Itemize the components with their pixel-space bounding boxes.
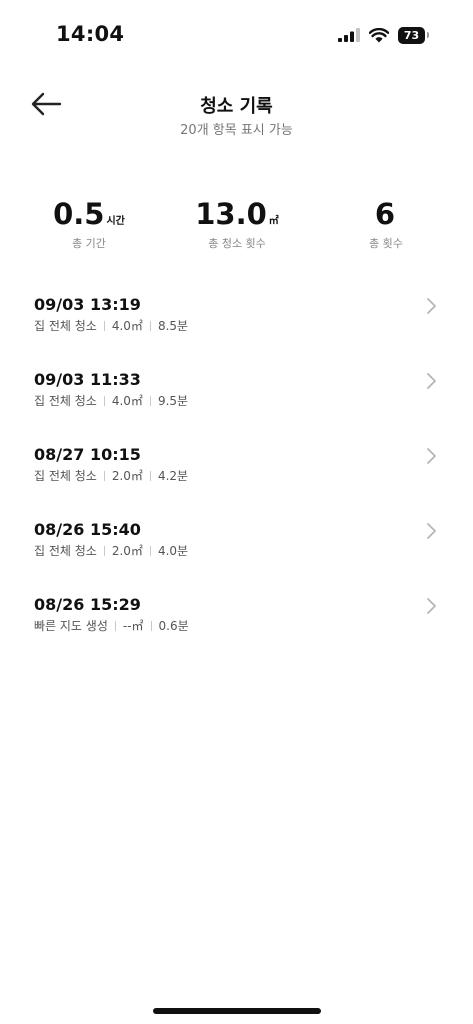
record-mode: 집 전체 청소 xyxy=(34,319,97,333)
battery-icon: 73 xyxy=(398,26,429,44)
stat-unit: 시간 xyxy=(106,216,125,227)
divider xyxy=(103,396,105,406)
stat-label: 총 횟수 xyxy=(369,237,403,250)
record-date: 08/26 15:29 xyxy=(34,595,141,614)
record-mode: 집 전체 청소 xyxy=(34,394,97,408)
record-date: 08/26 15:40 xyxy=(34,520,141,539)
record-date: 09/03 13:19 xyxy=(34,295,141,314)
stat-total-duration: 0.5 시간 총 기간 xyxy=(19,196,159,251)
record-mode: 집 전체 청소 xyxy=(34,544,97,558)
stat-unit: ㎡ xyxy=(268,216,279,227)
record-area: 4.0㎡ xyxy=(111,394,143,408)
chevron-right-icon xyxy=(427,373,436,389)
stat-label: 총 기간 xyxy=(72,237,106,250)
status-icons: 73 xyxy=(338,24,429,46)
record-duration: 8.5분 xyxy=(157,319,189,333)
wifi-icon xyxy=(369,27,389,42)
divider xyxy=(103,546,105,556)
status-time: 14:04 xyxy=(56,22,125,46)
divider xyxy=(150,621,152,631)
record-mode: 빠른 지도 생성 xyxy=(34,619,108,633)
record-item[interactable]: 08/27 10:15 집 전체 청소 2.0㎡ 4.2분 xyxy=(0,445,473,505)
stat-value-row: 6 xyxy=(316,196,456,232)
record-item[interactable]: 08/26 15:29 빠른 지도 생성 --㎡ 0.6분 xyxy=(0,595,473,655)
divider xyxy=(103,471,105,481)
divider xyxy=(149,396,151,406)
record-duration: 9.5분 xyxy=(157,394,189,408)
record-detail: 집 전체 청소 4.0㎡ 8.5분 xyxy=(34,317,188,334)
cleaning-records-screen: 14:04 73 청소 기록 20개 항목 표시 가능 0.5시간 총 기간 xyxy=(0,0,473,1024)
record-area: 2.0㎡ xyxy=(111,469,143,483)
chevron-right-icon xyxy=(427,598,436,614)
stat-value-row: 0.5 시간 xyxy=(19,196,159,232)
divider xyxy=(149,321,151,331)
record-area: 4.0㎡ xyxy=(111,319,143,333)
home-indicator[interactable] xyxy=(153,1008,321,1014)
stat-value: 13.0 xyxy=(195,197,267,231)
chevron-right-icon xyxy=(427,298,436,314)
divider xyxy=(114,621,116,631)
record-item[interactable]: 08/26 15:40 집 전체 청소 2.0㎡ 4.0분 xyxy=(0,520,473,580)
record-detail: 집 전체 청소 2.0㎡ 4.0분 xyxy=(34,542,188,559)
stat-value: 6 xyxy=(374,197,396,231)
record-detail: 집 전체 청소 2.0㎡ 4.2분 xyxy=(34,467,188,484)
record-detail: 집 전체 청소 4.0㎡ 9.5분 xyxy=(34,392,188,409)
stat-value-row: 13.0 ㎡ xyxy=(167,196,307,232)
stat-total-count: 6 총 횟수 xyxy=(316,196,456,251)
record-item[interactable]: 09/03 11:33 집 전체 청소 4.0㎡ 9.5분 xyxy=(0,370,473,430)
battery-level: 73 xyxy=(403,28,420,42)
page-title: 청소 기록 xyxy=(200,96,273,117)
record-duration: 0.6분 xyxy=(158,619,189,633)
record-area: 2.0㎡ xyxy=(111,544,143,558)
divider xyxy=(103,321,105,331)
divider xyxy=(149,471,151,481)
stat-total-area: 13.0 ㎡ 총 청소 횟수 xyxy=(167,196,307,251)
record-date: 09/03 11:33 xyxy=(34,370,141,389)
stat-value: 0.5 xyxy=(53,197,105,231)
record-date: 08/27 10:15 xyxy=(34,445,141,464)
cellular-signal-icon xyxy=(338,28,360,42)
page-subtitle: 20개 항목 표시 가능 xyxy=(180,123,293,138)
record-detail: 빠른 지도 생성 --㎡ 0.6분 xyxy=(34,617,189,634)
record-mode: 집 전체 청소 xyxy=(34,469,97,483)
divider xyxy=(149,546,151,556)
chevron-right-icon xyxy=(427,523,436,539)
record-duration: 4.0분 xyxy=(157,544,189,558)
record-area: --㎡ xyxy=(122,619,144,633)
record-item[interactable]: 09/03 13:19 집 전체 청소 4.0㎡ 8.5분 xyxy=(0,295,473,355)
chevron-right-icon xyxy=(427,448,436,464)
stat-label: 총 청소 횟수 xyxy=(208,237,266,250)
record-duration: 4.2분 xyxy=(157,469,189,483)
